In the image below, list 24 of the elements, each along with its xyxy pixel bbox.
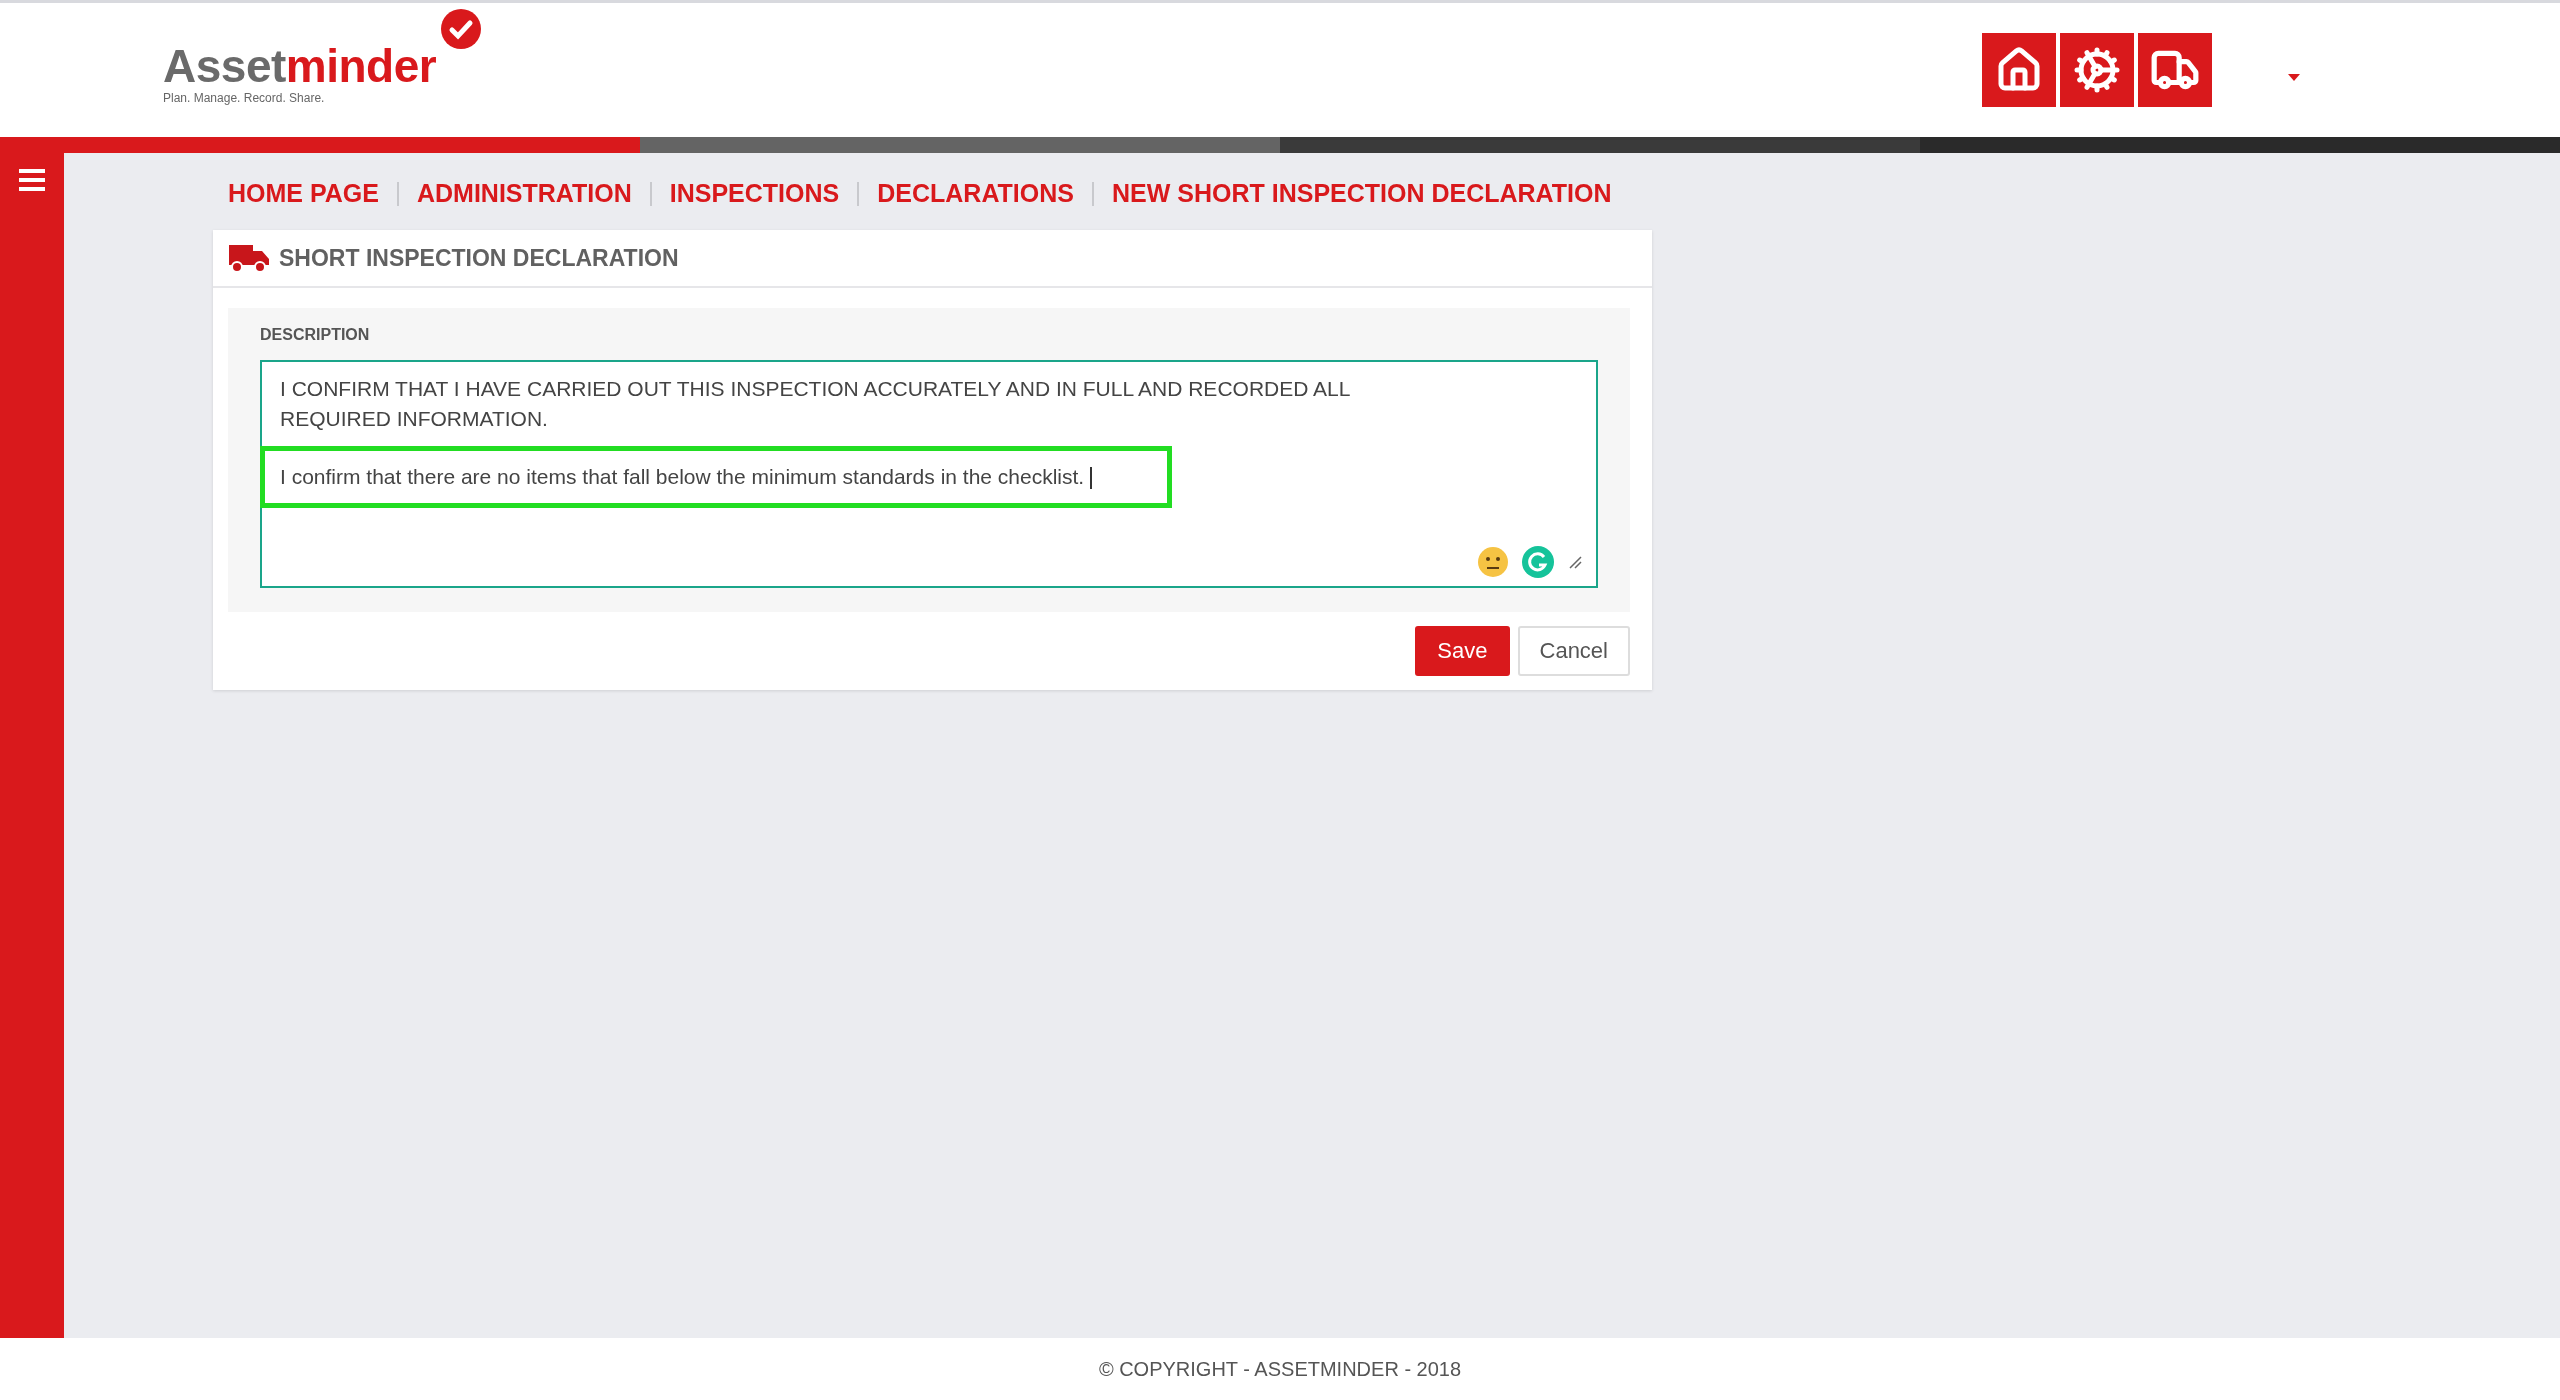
card-title: SHORT INSPECTION DECLARATION [279,244,679,272]
cancel-button[interactable]: Cancel [1517,626,1630,676]
settings-icon[interactable] [2060,33,2134,107]
save-button[interactable]: Save [1415,626,1510,676]
description-text: I confirm that there are no items that fall below the minimum standards in the checklist. [280,446,1107,508]
check-badge-icon [441,9,481,49]
description-text: I CONFIRM THAT I HAVE CARRIED OUT THIS INSPECTION ACCURATELY AND IN FULL AND RECORDED ALL REQUIRED INFORMATION. [280,376,1351,432]
home-icon[interactable] [1982,33,2056,107]
breadcrumb-link[interactable]: DECLARATIONS [877,179,1074,208]
emoji-icon[interactable] [1478,547,1508,577]
breadcrumb-link[interactable]: NEW SHORT INSPECTION DECLARATION [1112,179,1612,208]
truck-icon[interactable] [2138,33,2212,107]
description-field[interactable] [260,360,1598,588]
field-label: DESCRIPTION [260,326,371,344]
breadcrumb-link[interactable]: ADMINISTRATION [416,179,632,208]
truck-icon [229,243,269,273]
menu-icon[interactable] [19,169,45,191]
logo-wordmark: Assetminder [163,43,437,89]
breadcrumb-link[interactable]: HOME PAGE [228,179,379,208]
logo-tagline: Plan. Manage. Record. Share. [163,91,326,105]
copyright-text: © COPYRIGHT - ASSETMINDER - 2018 [1098,1357,1462,1381]
resize-handle-icon[interactable] [1568,555,1582,569]
breadcrumb-link[interactable]: INSPECTIONS [669,179,840,208]
caret-icon[interactable] [2288,73,2300,81]
